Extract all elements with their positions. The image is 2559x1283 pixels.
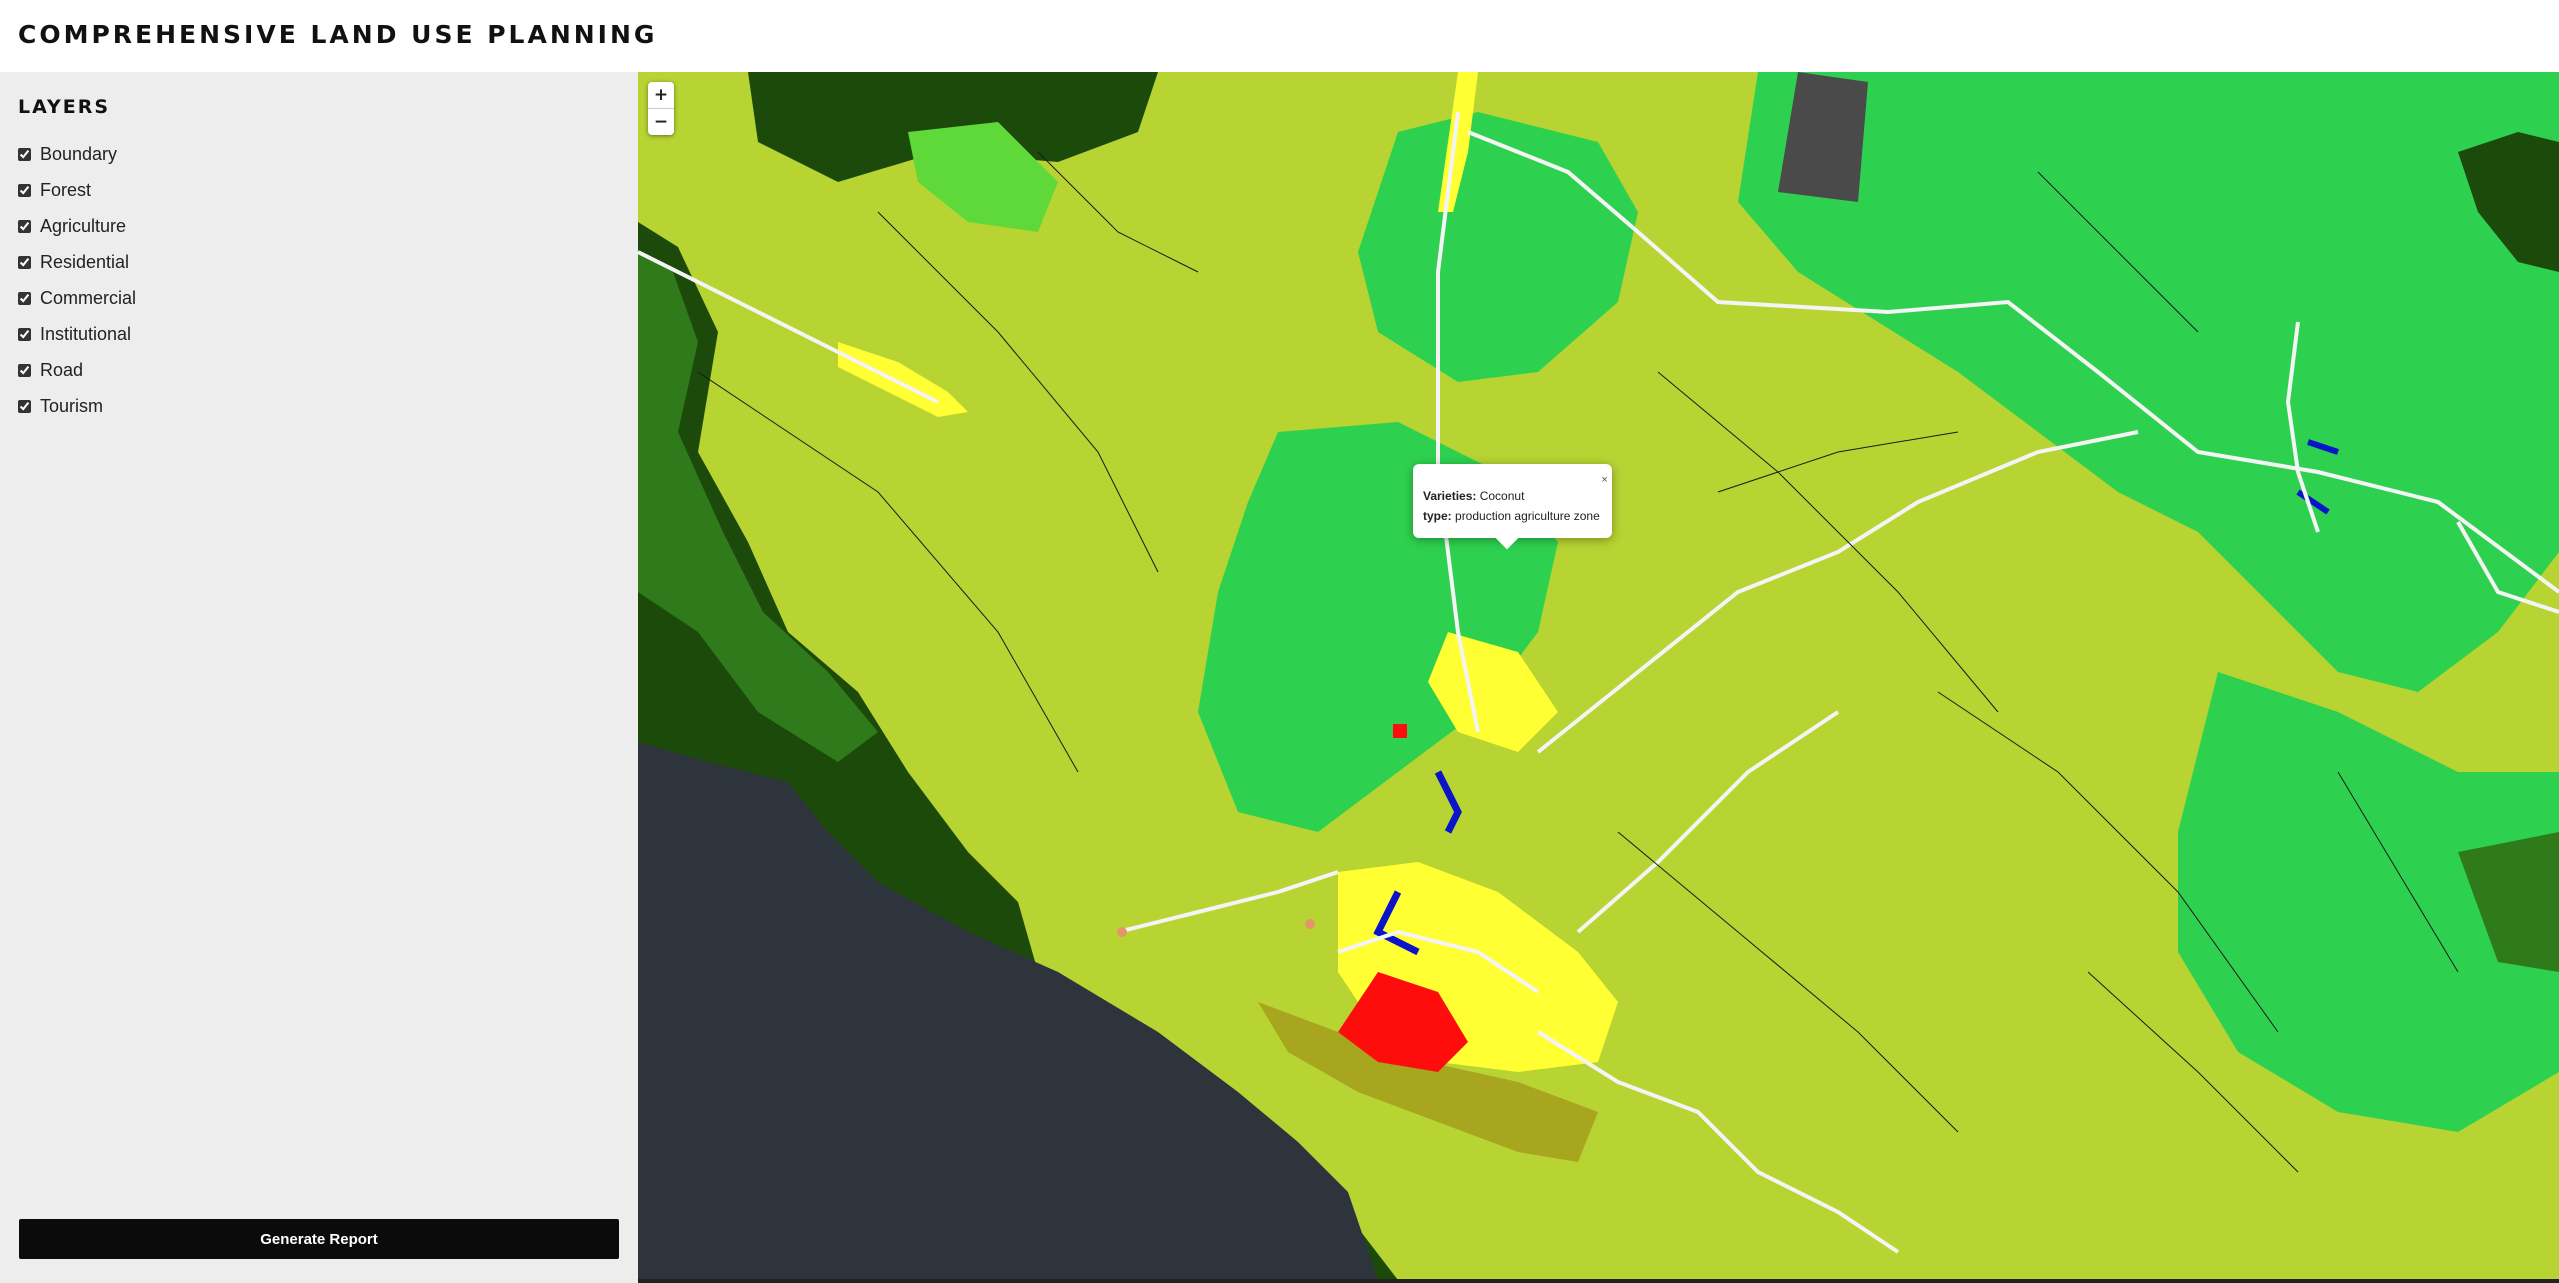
layer-item-residential[interactable]: Residential: [18, 244, 136, 280]
map-canvas[interactable]: [638, 72, 2559, 1280]
popup-close-icon[interactable]: ×: [1601, 474, 1607, 486]
layer-label-residential: Residential: [40, 251, 130, 272]
layer-item-institutional[interactable]: Institutional: [18, 316, 136, 352]
layer-checkbox-forest[interactable]: [18, 183, 31, 197]
point-marker[interactable]: [1305, 919, 1315, 929]
layer-item-agriculture[interactable]: Agriculture: [18, 208, 136, 244]
layer-label-institutional: Institutional: [40, 323, 132, 344]
generate-report-button[interactable]: Generate Report: [19, 1219, 619, 1259]
popup-varieties-value: Coconut: [1479, 489, 1525, 503]
layer-item-boundary[interactable]: Boundary: [18, 136, 136, 172]
layer-label-boundary: Boundary: [40, 143, 118, 164]
popup-type-value: production agriculture zone: [1455, 509, 1600, 523]
layer-checkbox-agriculture[interactable]: [18, 219, 31, 233]
feature-popup: × Varieties: Coconut type: production ag…: [1413, 464, 1612, 550]
layer-item-commercial[interactable]: Commercial: [18, 280, 136, 316]
layers-title: LAYERS: [18, 96, 111, 118]
layer-label-forest: Forest: [40, 179, 92, 200]
layer-checkbox-commercial[interactable]: [18, 291, 31, 305]
layer-label-agriculture: Agriculture: [40, 215, 127, 236]
popup-row-varieties: Varieties: Coconut: [1423, 486, 1600, 506]
layer-item-forest[interactable]: Forest: [18, 172, 136, 208]
point-marker[interactable]: [1117, 927, 1127, 937]
layer-checkbox-road[interactable]: [18, 363, 31, 377]
layer-checkbox-tourism[interactable]: [18, 399, 31, 413]
app-header: COMPREHENSIVE LAND USE PLANNING: [0, 0, 2559, 72]
land-use-map[interactable]: + − × Varieties: Coconut type: productio…: [638, 72, 2559, 1280]
layer-checkbox-residential[interactable]: [18, 255, 31, 269]
app-title: COMPREHENSIVE LAND USE PLANNING: [18, 20, 658, 49]
layer-label-commercial: Commercial: [40, 287, 137, 308]
layer-item-tourism[interactable]: Tourism: [18, 388, 136, 424]
commercial-lot: [1393, 724, 1407, 738]
popup-varieties-label: Varieties:: [1423, 489, 1477, 503]
map-bottom-border: [638, 1279, 2559, 1283]
popup-type-label: type:: [1423, 509, 1452, 523]
layers-sidebar: LAYERS Boundary Forest Agriculture Resid…: [0, 72, 638, 1283]
layer-list: Boundary Forest Agriculture Residential …: [18, 136, 136, 424]
layer-label-tourism: Tourism: [40, 395, 104, 416]
zoom-out-button[interactable]: −: [648, 108, 674, 135]
layer-label-road: Road: [40, 359, 84, 380]
popup-row-type: type: production agriculture zone: [1423, 506, 1600, 526]
zoom-control: + −: [648, 82, 674, 135]
layer-checkbox-institutional[interactable]: [18, 327, 31, 341]
layer-item-road[interactable]: Road: [18, 352, 136, 388]
layer-checkbox-boundary[interactable]: [18, 147, 31, 161]
zoom-in-button[interactable]: +: [648, 82, 674, 108]
